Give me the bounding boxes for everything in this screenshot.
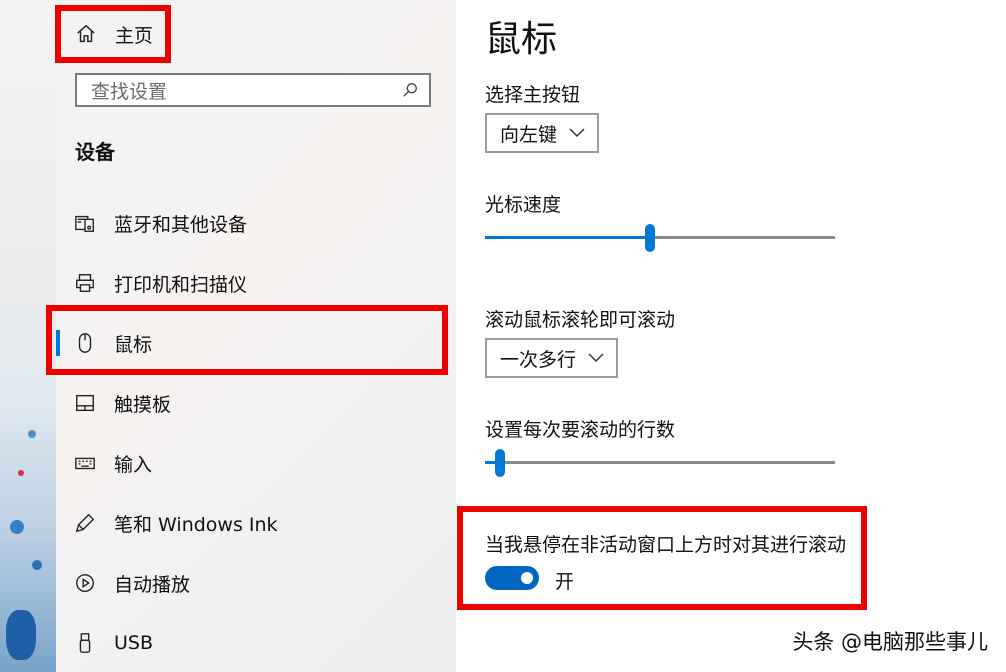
primary-button-value: 向左键 <box>500 123 558 146</box>
keyboard-icon <box>75 457 95 470</box>
home-nav-item[interactable]: 主页 <box>75 16 153 52</box>
sidebar-item-bluetooth[interactable]: 蓝牙和其他设备 <box>56 201 456 245</box>
sidebar-item-usb[interactable]: USB <box>56 621 456 665</box>
scroll-mode-label: 滚动鼠标滚轮即可滚动 <box>485 309 676 331</box>
chevron-down-icon <box>588 353 604 363</box>
usb-icon <box>79 633 91 653</box>
sidebar-item-label: 蓝牙和其他设备 <box>114 213 248 236</box>
sidebar-item-typing[interactable]: 输入 <box>56 441 456 485</box>
scroll-mode-value: 一次多行 <box>500 348 577 371</box>
selected-indicator <box>56 330 60 356</box>
bluetooth-devices-icon <box>75 215 94 232</box>
touchpad-icon <box>76 394 94 412</box>
home-label: 主页 <box>115 24 154 47</box>
scroll-lines-slider[interactable] <box>485 447 835 479</box>
inactive-scroll-toggle[interactable] <box>485 566 539 590</box>
settings-search-input[interactable]: 查找设置 <box>75 73 431 107</box>
section-title: 设备 <box>75 140 115 164</box>
chevron-down-icon <box>569 128 585 138</box>
slider-fill <box>485 236 650 239</box>
autoplay-icon <box>76 574 94 592</box>
slider-thumb[interactable] <box>645 224 655 252</box>
sidebar-item-pen[interactable]: 笔和 Windows Ink <box>56 501 456 545</box>
highlight-box-inactive-scroll <box>457 506 867 610</box>
mouse-icon <box>78 333 92 353</box>
sidebar-item-label: 笔和 Windows Ink <box>114 513 278 536</box>
sidebar-item-label: USB <box>114 632 154 654</box>
cursor-speed-label: 光标速度 <box>485 194 562 216</box>
inactive-scroll-label: 当我悬停在非活动窗口上方时对其进行滚动 <box>485 534 847 556</box>
sidebar-item-label: 触摸板 <box>114 393 172 416</box>
desktop-background-strip <box>0 0 56 672</box>
sidebar-item-label: 输入 <box>114 453 153 476</box>
page-title: 鼠标 <box>485 19 558 60</box>
sidebar-item-mouse[interactable]: 鼠标 <box>56 321 456 365</box>
toggle-knob <box>521 572 533 584</box>
search-icon[interactable] <box>401 81 419 99</box>
sidebar-item-label: 鼠标 <box>114 333 153 356</box>
cursor-speed-slider[interactable] <box>485 222 835 254</box>
home-icon <box>77 24 95 43</box>
slider-track <box>485 461 835 464</box>
scroll-lines-label: 设置每次要滚动的行数 <box>485 419 676 441</box>
toggle-state-text: 开 <box>555 571 575 593</box>
watermark-text: 头条 @电脑那些事儿 <box>792 630 988 654</box>
primary-button-label: 选择主按钮 <box>485 84 581 106</box>
sidebar-item-touchpad[interactable]: 触摸板 <box>56 381 456 425</box>
search-placeholder: 查找设置 <box>91 80 168 103</box>
sidebar-item-printers[interactable]: 打印机和扫描仪 <box>56 261 456 305</box>
slider-thumb[interactable] <box>495 449 505 477</box>
sidebar-item-autoplay[interactable]: 自动播放 <box>56 561 456 605</box>
sidebar-item-label: 打印机和扫描仪 <box>114 273 248 296</box>
printer-icon <box>76 274 94 292</box>
sidebar-item-label: 自动播放 <box>114 573 191 596</box>
primary-button-dropdown[interactable]: 向左键 <box>485 113 600 153</box>
scroll-mode-dropdown[interactable]: 一次多行 <box>485 338 619 378</box>
pen-icon <box>75 513 95 533</box>
